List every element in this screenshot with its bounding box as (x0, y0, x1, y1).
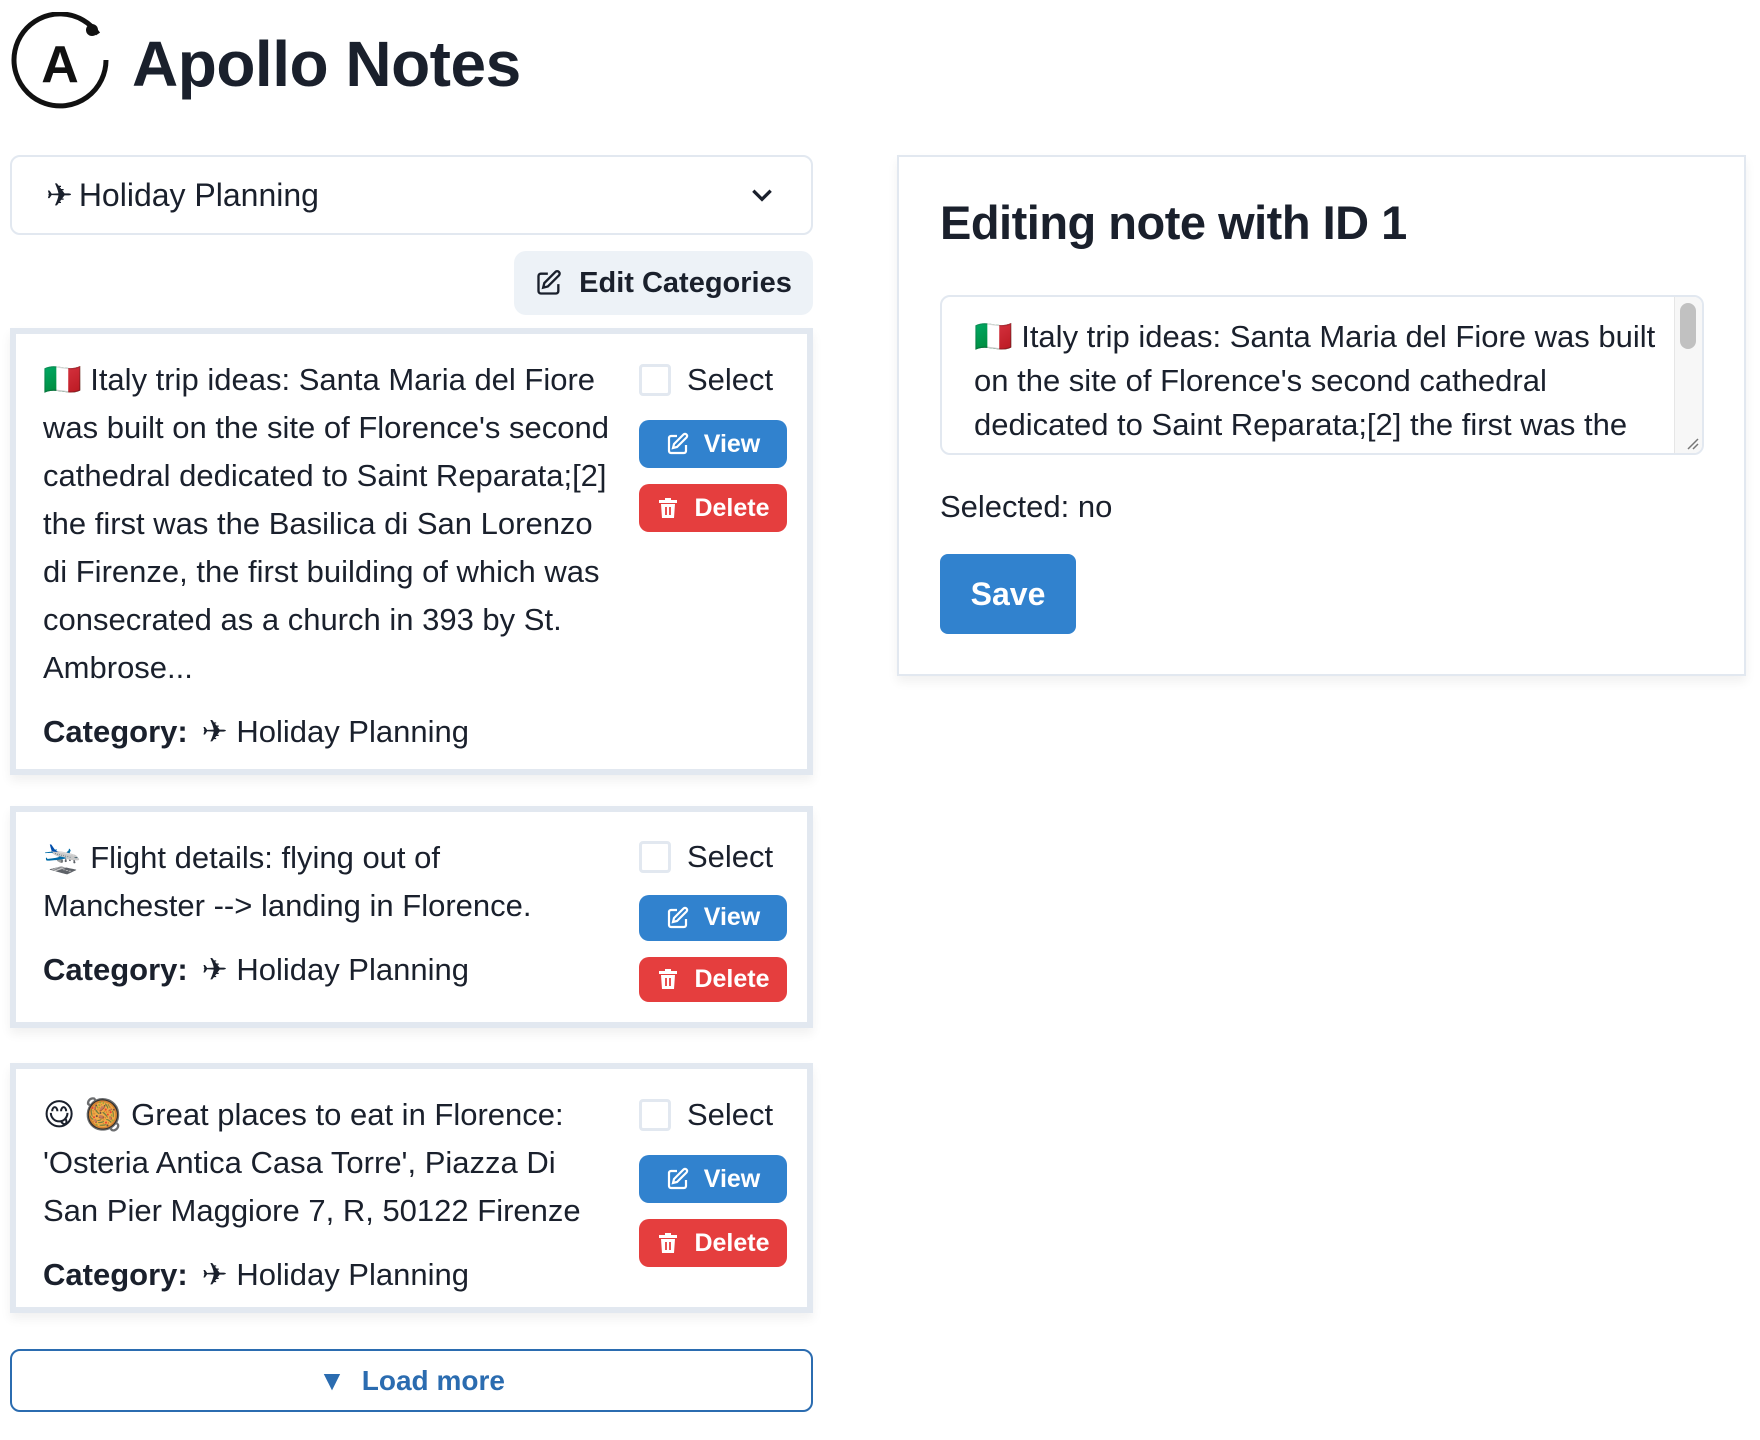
select-checkbox[interactable] (639, 1099, 671, 1131)
category-value: Holiday Planning (236, 952, 469, 987)
view-button[interactable]: View (639, 895, 787, 941)
view-button[interactable]: View (639, 420, 787, 468)
airplane-icon: ✈ (46, 177, 73, 213)
resize-handle-icon[interactable] (1680, 431, 1700, 451)
triangle-down-icon: ▼ (318, 1364, 346, 1396)
note-textarea[interactable]: 🇮🇹 Italy trip ideas: Santa Maria del Fio… (940, 295, 1704, 455)
airplane-icon: ✈ (201, 714, 228, 749)
note-textarea-content[interactable]: 🇮🇹 Italy trip ideas: Santa Maria del Fio… (974, 315, 1660, 453)
edit-icon (667, 1167, 688, 1190)
trash-icon (659, 498, 678, 518)
delete-label: Delete (694, 964, 770, 993)
select-label: Select (687, 838, 774, 874)
select-checkbox[interactable] (639, 840, 671, 873)
edit-icon (667, 432, 688, 455)
category-value: Holiday Planning (236, 714, 469, 749)
view-label: View (703, 429, 761, 458)
select-label: Select (687, 1097, 774, 1132)
load-more-label: Load more (361, 1364, 505, 1396)
edit-categories-label: Edit Categories (579, 266, 792, 299)
edit-categories-button[interactable]: Edit Categories (514, 251, 813, 315)
edit-icon (667, 906, 688, 929)
delete-button[interactable]: Delete (639, 1219, 787, 1267)
textarea-scrollbar[interactable] (1674, 297, 1702, 453)
note-category: Category: ✈ Holiday Planning (43, 708, 609, 756)
select-checkbox[interactable] (639, 364, 671, 396)
select-checkbox-row[interactable]: Select (639, 1091, 773, 1139)
selected-status: Selected: no (940, 489, 1113, 524)
note-text: 😋 🥘 Great places to eat in Florence: 'Os… (43, 1097, 581, 1228)
select-checkbox-row[interactable]: Select (639, 356, 773, 404)
scrollbar-thumb[interactable] (1680, 303, 1696, 349)
apollo-logo-icon: A (11, 12, 109, 109)
trash-icon (659, 1233, 678, 1253)
view-button[interactable]: View (639, 1155, 787, 1203)
view-label: View (703, 903, 761, 932)
select-checkbox-row[interactable]: Select (639, 834, 773, 879)
category-value: Holiday Planning (236, 1257, 469, 1292)
category-label: Category: (43, 1257, 188, 1292)
note-card: 😋 🥘 Great places to eat in Florence: 'Os… (10, 1063, 813, 1313)
app-title: Apollo Notes (132, 28, 521, 100)
svg-text:A: A (41, 36, 79, 94)
note-text: 🇮🇹 Italy trip ideas: Santa Maria del Fio… (43, 362, 609, 685)
load-more-button[interactable]: ▼ Load more (10, 1349, 813, 1412)
delete-button[interactable]: Delete (639, 484, 787, 532)
note-card: 🛬 Flight details: flying out of Manchest… (10, 806, 813, 1028)
category-label: Category: (43, 952, 188, 987)
chevron-down-icon (752, 189, 772, 202)
delete-label: Delete (694, 493, 770, 522)
note-category: Category: ✈ Holiday Planning (43, 1251, 609, 1299)
delete-label: Delete (694, 1228, 770, 1257)
trash-icon (659, 969, 678, 990)
edit-note-panel: Editing note with ID 1 🇮🇹 Italy trip ide… (897, 155, 1746, 676)
note-card: 🇮🇹 Italy trip ideas: Santa Maria del Fio… (10, 328, 813, 775)
app-header: A Apollo Notes (10, 12, 521, 116)
note-text: 🛬 Flight details: flying out of Manchest… (43, 840, 532, 923)
edit-icon (537, 270, 561, 295)
category-label: Category: (43, 714, 188, 749)
airplane-icon: ✈ (201, 1257, 228, 1292)
delete-button[interactable]: Delete (639, 956, 787, 1002)
view-label: View (703, 1164, 761, 1193)
category-select-value: Holiday Planning (78, 176, 319, 213)
select-label: Select (687, 362, 774, 397)
edit-note-title: Editing note with ID 1 (940, 196, 1407, 249)
note-category: Category: ✈ Holiday Planning (43, 946, 609, 994)
airplane-icon: ✈ (201, 952, 228, 987)
save-button[interactable]: Save (940, 554, 1076, 634)
category-select[interactable]: ✈ Holiday Planning (10, 155, 813, 235)
